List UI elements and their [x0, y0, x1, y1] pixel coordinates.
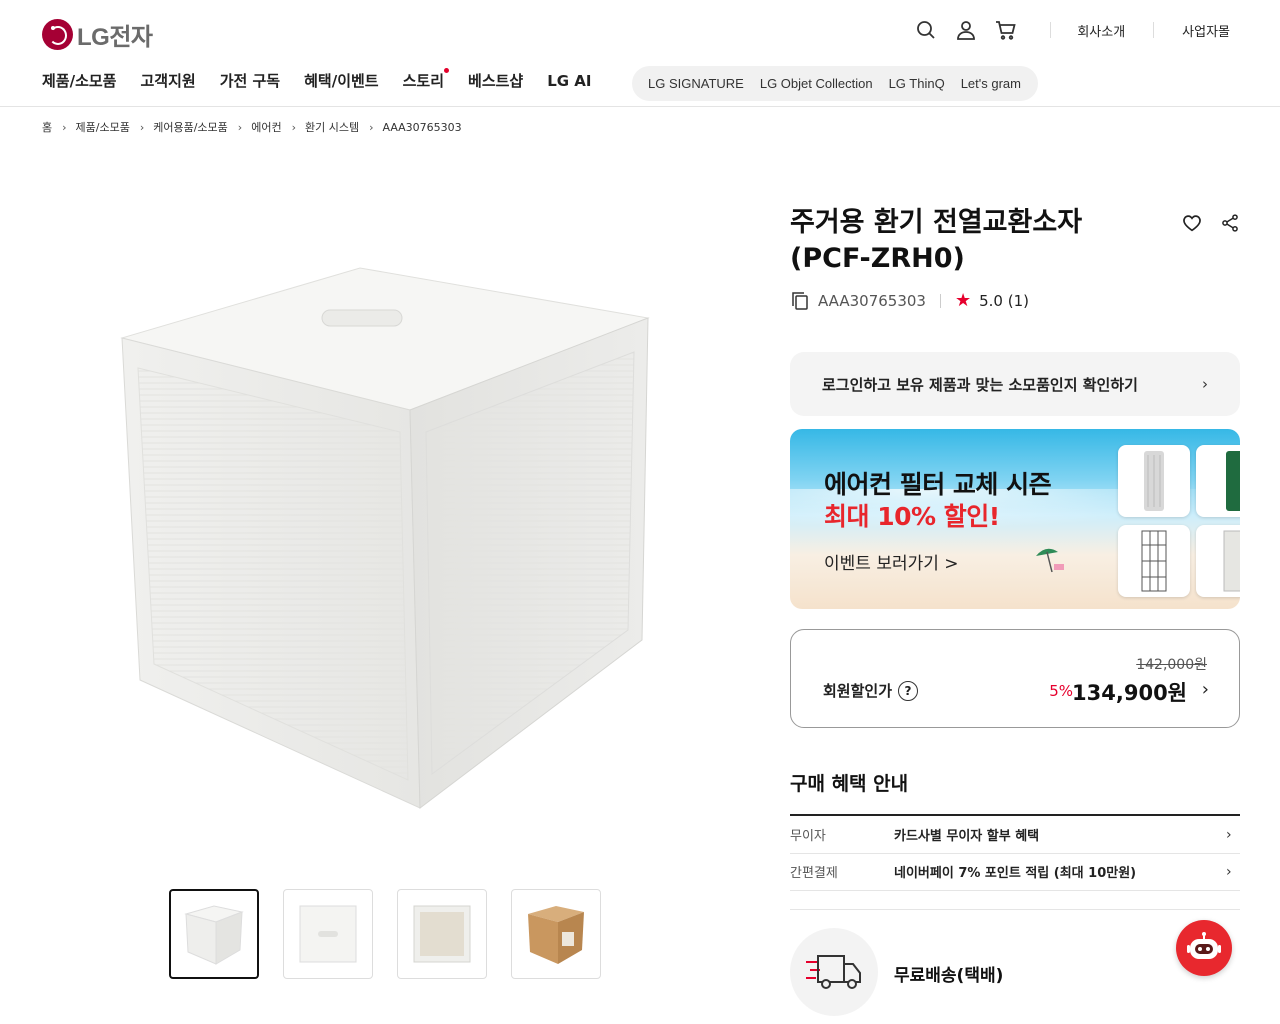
- benefit-key: 간편결제: [790, 866, 838, 881]
- product-title: 주거용 환기 전열교환소자 (PCF-ZRH0): [790, 207, 1083, 274]
- lg-logo[interactable]: LG전자: [42, 17, 153, 52]
- chevron-right-icon: ›: [139, 120, 145, 134]
- breadcrumb-products[interactable]: 제품/소모품: [76, 119, 130, 135]
- login-compatibility-check[interactable]: 로그인하고 보유 제품과 맞는 소모품인지 확인하기 ›: [790, 352, 1240, 416]
- chevron-right-icon: ›: [1202, 375, 1208, 393]
- thumbnail-2[interactable]: [283, 889, 373, 979]
- breadcrumb: 홈 › 제품/소모품 › 케어용품/소모품 › 에어컨 › 환기 시스템 › AAA307…: [42, 119, 462, 135]
- shipping-text: 무료배송(택배): [894, 966, 1004, 986]
- main-navigation: 제품/소모품 고객지원 가전 구독 혜택/이벤트 스토리 베스트샵 LG AI: [42, 68, 616, 91]
- shipping-divider: [790, 909, 1240, 910]
- nav-story[interactable]: 스토리: [402, 68, 450, 91]
- help-icon[interactable]: ?: [898, 680, 919, 701]
- member-price-label: 회원할인가?: [823, 680, 919, 701]
- business-mall-link[interactable]: 사업자몰: [1182, 21, 1230, 40]
- logo-text: LG전자: [77, 24, 153, 51]
- lg-logo-mark-icon: [42, 19, 73, 50]
- thumbnail-4[interactable]: [511, 889, 601, 979]
- brand-links: LG SIGNATURE LG Objet Collection LG Thin…: [632, 66, 1038, 101]
- util-divider: [1153, 22, 1155, 38]
- chevron-right-icon: ›: [62, 120, 67, 134]
- chevron-right-icon: ›: [237, 120, 243, 134]
- filter-product-image: [1196, 525, 1240, 597]
- breadcrumb-ventilation[interactable]: 환기 시스템: [305, 119, 359, 135]
- banner-headline: 에어컨 필터 교체 시즌: [824, 470, 1052, 499]
- filter-product-image: [1196, 445, 1240, 517]
- nav-products[interactable]: 제품/소모품: [42, 70, 116, 91]
- brand-lets-gram[interactable]: Let's gram: [961, 76, 1021, 91]
- nav-story-label: 스토리: [402, 72, 445, 90]
- chatbot-button[interactable]: [1176, 920, 1232, 976]
- nav-bestshop[interactable]: 베스트샵: [468, 70, 523, 91]
- discount-rate: 5%: [1049, 682, 1073, 700]
- benefit-value: 카드사별 무이자 할부 혜택: [894, 829, 1040, 844]
- thumb-cube-image: [184, 905, 244, 965]
- model-number: AAA30765303: [818, 291, 926, 310]
- company-intro-link[interactable]: 회사소개: [1077, 21, 1125, 40]
- thumb-front-image: [413, 905, 471, 963]
- parasol-icon: [1036, 548, 1064, 573]
- login-check-text: 로그인하고 보유 제품과 맞는 소모품인지 확인하기: [822, 375, 1138, 394]
- banner-discount: 최대 10% 할인!: [824, 502, 1000, 531]
- filter-product-image: [1118, 525, 1190, 597]
- thumb-top-image: [299, 905, 357, 963]
- product-main-image[interactable]: [110, 260, 660, 820]
- filter-product-image: [1118, 445, 1190, 517]
- benefit-value: 네이버페이 7% 포인트 적립 (최대 10만원): [894, 866, 1137, 881]
- star-icon: ★: [954, 290, 972, 311]
- rating-text[interactable]: 5.0 (1): [979, 292, 1029, 310]
- benefits-title: 구매 혜택 안내: [790, 773, 909, 795]
- breadcrumb-care[interactable]: 케어용품/소모품: [153, 119, 228, 135]
- new-dot-badge: [444, 68, 450, 73]
- delivery-truck-icon: [790, 928, 878, 1016]
- promo-banner[interactable]: 에어컨 필터 교체 시즌 최대 10% 할인! 이벤트 보러가기 >: [790, 429, 1240, 609]
- nav-support[interactable]: 고객지원: [140, 70, 195, 91]
- thumbnail-1[interactable]: [169, 889, 259, 979]
- brand-lg-objet[interactable]: LG Objet Collection: [760, 76, 873, 91]
- product-meta: AAA30765303 ★ 5.0 (1): [790, 290, 1029, 311]
- robot-icon: [1187, 932, 1221, 959]
- banner-event-link[interactable]: 이벤트 보러가기 >: [824, 549, 959, 574]
- chevron-right-icon: ›: [1226, 826, 1232, 843]
- final-price: 134,900원: [1072, 681, 1187, 705]
- util-divider: [1050, 22, 1052, 38]
- meta-divider: [939, 293, 941, 308]
- breadcrumb-current: AAA30765303: [382, 120, 462, 134]
- nav-subscription[interactable]: 가전 구독: [220, 70, 280, 91]
- chevron-right-icon[interactable]: ›: [1202, 679, 1209, 700]
- nav-benefits[interactable]: 혜택/이벤트: [304, 70, 378, 91]
- heart-icon[interactable]: [1181, 212, 1203, 234]
- cart-icon[interactable]: [994, 18, 1018, 42]
- breadcrumb-home[interactable]: 홈: [42, 119, 52, 135]
- utility-bar: 회사소개 사업자몰: [898, 18, 1230, 42]
- benefit-row-installment[interactable]: 무이자 카드사별 무이자 할부 혜택 ›: [790, 816, 1240, 854]
- price-box[interactable]: 142,000원 회원할인가? 5% 134,900원 ›: [790, 629, 1240, 728]
- chevron-right-icon: ›: [1226, 863, 1232, 880]
- chevron-right-icon: ›: [291, 120, 296, 134]
- copy-icon[interactable]: [790, 291, 810, 311]
- benefit-key: 무이자: [790, 829, 826, 844]
- breadcrumb-aircon[interactable]: 에어컨: [251, 119, 281, 135]
- brand-lg-thinq[interactable]: LG ThinQ: [889, 76, 945, 91]
- thumb-box-image: [528, 906, 584, 964]
- user-icon[interactable]: [954, 18, 978, 42]
- benefit-row-easypay[interactable]: 간편결제 네이버페이 7% 포인트 적립 (최대 10만원) ›: [790, 853, 1240, 891]
- thumbnail-list: [169, 889, 601, 979]
- nav-lg-ai[interactable]: LG AI: [547, 72, 591, 90]
- search-icon[interactable]: [914, 18, 938, 42]
- chevron-right-icon: ›: [369, 120, 374, 134]
- original-price: 142,000원: [1136, 657, 1207, 673]
- member-price-text: 회원할인가: [823, 682, 893, 700]
- site-header: LG전자 회사소개 사업자몰 제품/소모품 고객지원 가전 구독 혜택/이벤트 …: [0, 0, 1280, 107]
- brand-lg-signature[interactable]: LG SIGNATURE: [648, 76, 744, 91]
- thumbnail-3[interactable]: [397, 889, 487, 979]
- share-icon[interactable]: [1220, 213, 1240, 233]
